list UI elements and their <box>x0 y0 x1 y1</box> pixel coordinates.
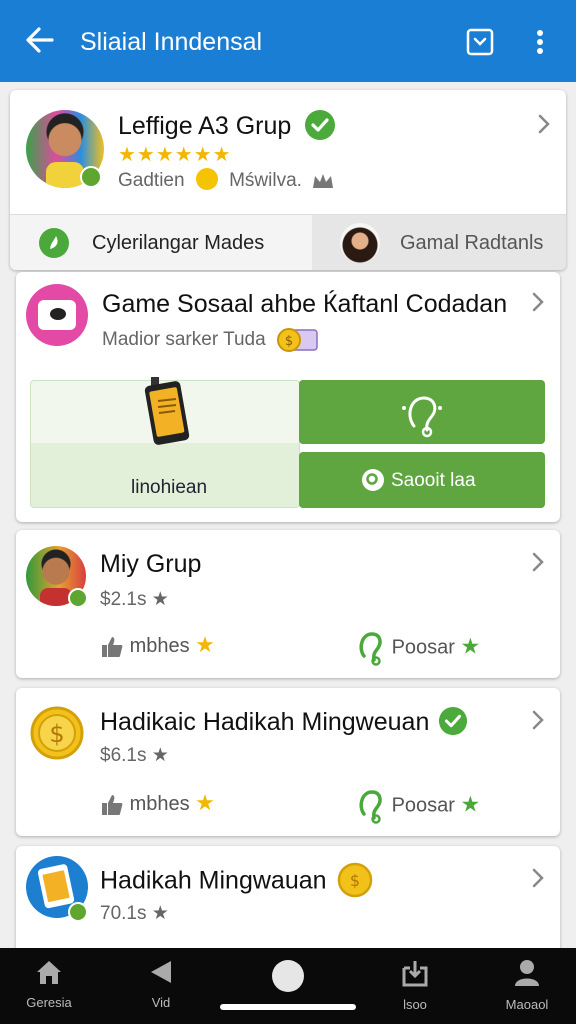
phone-icon <box>144 377 190 445</box>
like-stat[interactable]: mbhes ★ <box>100 632 215 659</box>
game-action-button[interactable]: Saooit laa <box>299 452 545 508</box>
meta-left: Gadtien <box>118 170 185 192</box>
ear-icon <box>359 632 382 666</box>
game-preview-label: linohiean <box>131 477 208 498</box>
meta-row: Gadtien Mświlva. <box>118 168 335 192</box>
group-title: Miy Grup <box>100 550 202 578</box>
group-price: $2.1s <box>100 589 147 610</box>
group-price: $6.1s <box>100 745 147 766</box>
tab-avatar <box>340 223 380 263</box>
tab-right[interactable]: Gamal Radtanls <box>312 214 566 270</box>
game-action-button-top[interactable] <box>299 380 545 444</box>
group-card[interactable]: Miy Grup $2.1s ★ mbhes ★ Poosar ★ <box>16 530 560 678</box>
download-box-icon <box>402 961 428 987</box>
online-badge <box>80 166 102 188</box>
group-price-row: $6.1s ★ <box>100 744 169 767</box>
nav-item-home[interactable]: Geresia <box>4 958 94 1010</box>
nav-label: Vid <box>151 995 171 1010</box>
group-price: 70.1s <box>100 903 147 924</box>
group-title: Hadikaic Hadikah Mingweuan <box>100 707 468 737</box>
game-subtitle: Madior sarker Tuda <box>102 329 266 351</box>
play-back-icon <box>151 961 171 983</box>
like-stat[interactable]: mbhes ★ <box>100 790 215 817</box>
game-preview-panel[interactable]: linohiean <box>30 377 300 508</box>
app-bar: Sliaial Inndensal <box>0 0 576 82</box>
share-label: Poosar <box>391 794 455 817</box>
dropdown-box-icon[interactable] <box>464 26 496 58</box>
rating-stars: ★★★★★★ <box>118 144 232 166</box>
thumbs-up-icon <box>102 636 123 657</box>
online-badge <box>68 902 88 922</box>
game-subtitle-row: Madior sarker Tuda $ <box>102 326 321 354</box>
like-label: mbhes <box>129 635 190 657</box>
online-badge <box>68 588 88 608</box>
tab-left[interactable]: Cylerilangar Mades <box>10 214 312 270</box>
game-card[interactable]: Game Sosaal ahbe Ќaftanl Codadan Madior … <box>16 272 560 522</box>
group-card[interactable]: $ Hadikaic Hadikah Mingweuan $6.1s ★ mbh… <box>16 688 560 836</box>
group-title-text: Hadikaic Hadikah Mingweuan <box>100 708 430 736</box>
coin-card-icon: $ <box>276 328 318 352</box>
svg-text:$: $ <box>350 871 360 890</box>
group-header-card[interactable]: Leffige A3 Grup ★★★★★★ Gadtien Mświlva. … <box>10 90 566 270</box>
tab-left-label: Cylerilangar Mades <box>92 232 265 254</box>
chevron-right-icon[interactable] <box>528 550 548 574</box>
group-title-text: Hadikah Mingwauan <box>100 866 327 895</box>
svg-text:$: $ <box>285 334 293 349</box>
person-icon <box>515 960 539 986</box>
thumbs-up-icon <box>102 794 123 815</box>
verified-icon <box>439 707 468 736</box>
group-card[interactable]: Hadikah Mingwauan $ 70.1s ★ <box>16 846 560 956</box>
nav-item-maoaol[interactable]: Maoaol <box>482 958 572 1012</box>
nav-label: Maoaol <box>505 997 549 1012</box>
home-circle-icon[interactable] <box>272 960 304 992</box>
coin-icon: $ <box>30 706 84 760</box>
emoji-face-icon <box>195 168 218 190</box>
nav-label: Geresia <box>26 995 72 1010</box>
tab-right-label: Gamal Radtanls <box>400 232 544 254</box>
svg-text:$: $ <box>49 720 64 748</box>
group-title: Leffige A3 Grup <box>118 110 336 141</box>
group-title: Hadikah Mingwauan $ <box>100 862 373 898</box>
group-price-row: $2.1s ★ <box>100 588 169 611</box>
share-stat[interactable]: Poosar ★ <box>354 788 480 824</box>
nav-item-vid[interactable]: Vid <box>116 958 206 1010</box>
star-icon: ★ <box>460 791 481 817</box>
ear-icon <box>359 790 382 824</box>
nav-label: lsoo <box>403 997 427 1012</box>
star-icon: ★ <box>195 790 215 815</box>
group-price-row: 70.1s ★ <box>100 902 169 925</box>
arrow-left-icon[interactable] <box>22 22 58 58</box>
nav-item-lsoo[interactable]: lsoo <box>370 958 460 1012</box>
share-stat[interactable]: Poosar ★ <box>354 630 480 666</box>
crown-icon <box>313 174 334 188</box>
game-title: Game Sosaal ahbe Ќaftanl Codadan <box>102 290 508 318</box>
leaf-icon <box>39 228 69 258</box>
star-icon: ★ <box>460 633 481 659</box>
chevron-right-icon[interactable] <box>528 708 548 732</box>
more-vert-icon[interactable] <box>526 26 554 58</box>
game-action-label: Saooit laa <box>391 470 476 491</box>
search-circle-icon <box>362 469 384 491</box>
chevron-right-icon[interactable] <box>534 112 554 136</box>
group-title-text: Leffige A3 Grup <box>118 112 292 140</box>
star-icon: ★ <box>151 903 169 924</box>
home-icon <box>37 961 61 984</box>
star-icon: ★ <box>195 632 215 657</box>
ear-icon <box>402 396 442 438</box>
verified-icon <box>305 110 336 141</box>
star-icon: ★ <box>151 745 169 766</box>
game-icon <box>26 284 88 346</box>
chevron-right-icon[interactable] <box>528 290 548 314</box>
meta-right: Mświlva. <box>229 170 302 192</box>
app-title: Sliaial Inndensal <box>80 28 263 56</box>
chevron-right-icon[interactable] <box>528 866 548 890</box>
share-label: Poosar <box>391 636 455 659</box>
coin-icon: $ <box>338 862 373 898</box>
home-indicator[interactable] <box>220 1004 356 1010</box>
like-label: mbhes <box>129 793 190 815</box>
star-icon: ★ <box>151 589 169 610</box>
